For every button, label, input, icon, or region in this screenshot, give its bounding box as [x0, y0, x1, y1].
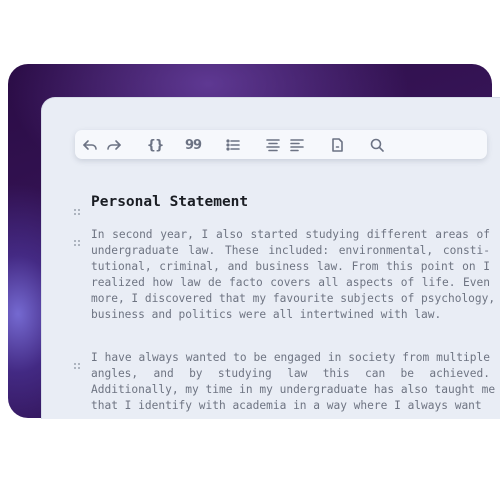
document-icon	[332, 138, 343, 152]
text-line: undergraduate law. These included: envir…	[91, 244, 490, 257]
drag-handle-icon[interactable]	[73, 232, 81, 246]
text-line: I have always wanted to be engaged in so…	[91, 351, 490, 364]
text-line: business and politics were all intertwin…	[91, 308, 442, 321]
document-title[interactable]: Personal Statement	[91, 194, 248, 210]
bullet-list-button[interactable]	[223, 135, 243, 155]
quote-button[interactable]: 99	[183, 135, 203, 155]
text-line: more, I discovered that my favourite sub…	[91, 292, 496, 305]
code-button[interactable]: {}	[145, 135, 165, 155]
bullet-list-icon	[226, 139, 240, 151]
paragraph-2[interactable]: I have always wanted to be engaged in so…	[91, 350, 496, 414]
align-left-icon	[290, 139, 304, 152]
text-line: realized how law de facto covers all asp…	[91, 276, 490, 289]
search-button[interactable]	[367, 135, 387, 155]
formatting-toolbar: {} 99	[75, 130, 487, 159]
undo-button[interactable]	[80, 135, 100, 155]
redo-button[interactable]	[104, 135, 124, 155]
align-left-button[interactable]	[287, 135, 307, 155]
text-line: tutional, criminal, and business law. Fr…	[91, 260, 490, 273]
braces-icon: {}	[146, 137, 164, 153]
text-line: In second year, I also started studying …	[91, 228, 490, 241]
drag-handle-icon[interactable]	[73, 201, 81, 215]
editor-window: {} 99 Personal Statement In second year,…	[41, 97, 500, 419]
text-line: angles, and by studying law this can be …	[91, 367, 490, 380]
undo-icon	[83, 140, 97, 150]
text-line: that I identify with academia in a way w…	[91, 399, 482, 412]
quote-icon: 99	[184, 137, 202, 153]
search-icon	[370, 138, 384, 152]
drag-handle-icon[interactable]	[73, 355, 81, 369]
align-center-button[interactable]	[263, 135, 283, 155]
text-line: Additionally, my time in my undergraduat…	[91, 383, 496, 396]
redo-icon	[107, 140, 121, 150]
paragraph-1[interactable]: In second year, I also started studying …	[91, 227, 496, 323]
document-button[interactable]	[327, 135, 347, 155]
align-center-icon	[266, 139, 280, 152]
